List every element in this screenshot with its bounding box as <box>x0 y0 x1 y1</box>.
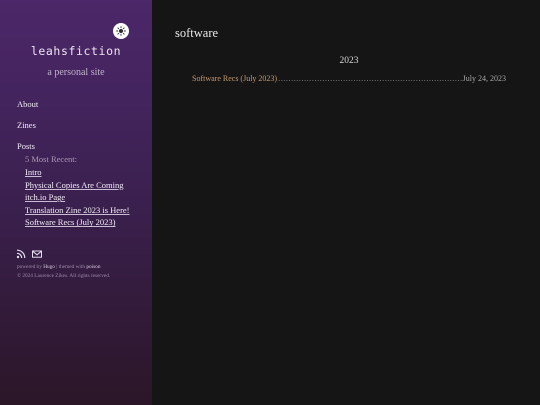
recent-post-link[interactable]: itch.io Page <box>25 192 65 202</box>
email-icon[interactable] <box>32 244 42 258</box>
sidebar-footer: powered by Hugo | themed with poison © 2… <box>17 263 110 280</box>
credits-line: powered by Hugo | themed with poison <box>17 263 110 272</box>
recent-posts-label: 5 Most Recent: <box>25 154 77 164</box>
site-title[interactable]: leahsfiction <box>0 44 152 58</box>
nav-item-zines[interactable]: Zines <box>17 120 36 130</box>
year-heading: 2023 <box>339 56 359 66</box>
main-content: software 2023 Software Recs (July 2023) … <box>152 0 540 405</box>
post-title-link[interactable]: Software Recs (July 2023) <box>192 74 277 83</box>
themed-with-text: | themed with <box>56 264 86 270</box>
sidebar: leahsfiction a personal site About Zines… <box>0 0 152 405</box>
recent-post-link[interactable]: Intro <box>25 167 42 177</box>
powered-by-text: powered by <box>17 264 42 270</box>
recent-post-link[interactable]: Translation Zine 2023 is Here! <box>25 205 130 215</box>
page-title: software <box>175 26 219 40</box>
recent-post-link[interactable]: Physical Copies Are Coming <box>25 180 123 190</box>
social-links <box>16 244 42 259</box>
post-list-row: Software Recs (July 2023) ..............… <box>192 74 506 83</box>
dot-leader: ........................................… <box>278 74 462 83</box>
nav-item-about[interactable]: About <box>17 99 38 109</box>
post-date: July 24, 2023 <box>462 74 506 83</box>
page: leahsfiction a personal site About Zines… <box>0 0 540 405</box>
nav-item-posts[interactable]: Posts <box>17 141 35 151</box>
list-item: Translation Zine 2023 is Here! <box>25 205 130 218</box>
copyright-text: © 2024 Laurence Zikes. All rights reserv… <box>17 272 111 279</box>
list-item: itch.io Page <box>25 192 130 205</box>
list-item: Physical Copies Are Coming <box>25 180 130 193</box>
recent-post-link[interactable]: Software Recs (July 2023) <box>25 217 115 227</box>
hugo-link[interactable]: Hugo <box>43 264 55 270</box>
site-subtitle: a personal site <box>47 67 105 78</box>
poison-theme-link[interactable]: poison <box>86 264 100 270</box>
list-item: Intro <box>25 167 130 180</box>
recent-posts-list: Intro Physical Copies Are Coming itch.io… <box>25 167 130 230</box>
sun-icon <box>116 26 126 36</box>
list-item: Software Recs (July 2023) <box>25 217 130 230</box>
rss-icon[interactable] <box>16 244 26 259</box>
theme-toggle-button[interactable] <box>113 23 129 39</box>
